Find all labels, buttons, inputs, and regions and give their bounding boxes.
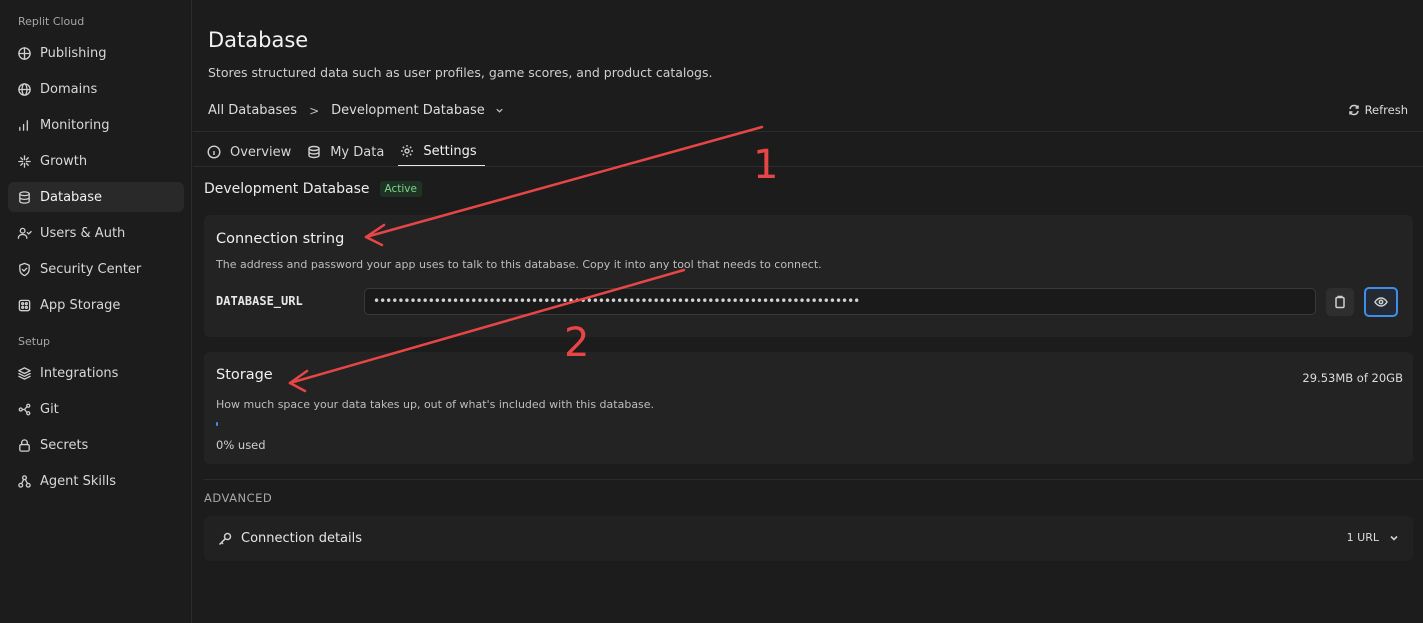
shield-icon bbox=[16, 261, 32, 277]
sidebar-item-git[interactable]: Git bbox=[8, 394, 184, 424]
url-count-label: 1 URL bbox=[1346, 531, 1379, 544]
storage-used-label: 0% used bbox=[216, 438, 266, 452]
sidebar-item-integrations[interactable]: Integrations bbox=[8, 358, 184, 388]
page-title: Database bbox=[208, 28, 309, 52]
refresh-label: Refresh bbox=[1364, 103, 1408, 117]
page-subtitle: Stores structured data such as user prof… bbox=[208, 65, 713, 80]
storage-icon bbox=[16, 297, 32, 313]
database-url-field[interactable]: ••••••••••••••••••••••••••••••••••••••••… bbox=[364, 288, 1316, 315]
connection-string-description: The address and password your app uses t… bbox=[216, 258, 822, 271]
tab-label: Overview bbox=[230, 144, 292, 160]
sidebar-item-publishing[interactable]: Publishing bbox=[8, 38, 184, 68]
sidebar-item-label: Git bbox=[40, 401, 59, 417]
info-icon bbox=[207, 145, 221, 159]
connection-string-title: Connection string bbox=[216, 231, 345, 247]
advanced-section-label: ADVANCED bbox=[204, 491, 273, 505]
env-key-label: DATABASE_URL bbox=[216, 294, 303, 308]
divider bbox=[204, 479, 1423, 480]
sidebar-item-growth[interactable]: Growth bbox=[8, 146, 184, 176]
storage-description: How much space your data takes up, out o… bbox=[216, 398, 655, 411]
tab-settings[interactable]: Settings bbox=[398, 137, 485, 167]
chevron-right-icon: > bbox=[309, 103, 320, 118]
connection-string-card: Connection string The address and passwo… bbox=[204, 215, 1413, 337]
sidebar-item-agent-skills[interactable]: Agent Skills bbox=[8, 466, 184, 496]
sidebar-item-security-center[interactable]: Security Center bbox=[8, 254, 184, 284]
tab-my-data[interactable]: My Data bbox=[305, 137, 392, 167]
main-panel: Database Stores structured data such as … bbox=[193, 0, 1423, 623]
layers-icon bbox=[16, 365, 32, 381]
refresh-button[interactable]: Refresh bbox=[1348, 103, 1408, 117]
tab-label: My Data bbox=[330, 144, 385, 160]
growth-icon bbox=[16, 153, 32, 169]
tab-bar: Overview My Data Settings bbox=[205, 137, 491, 167]
database-icon bbox=[308, 145, 320, 159]
storage-title: Storage bbox=[216, 367, 273, 383]
sidebar-item-label: Integrations bbox=[40, 365, 119, 381]
sidebar-item-label: Database bbox=[40, 189, 103, 205]
storage-card: Storage 29.53MB of 20GB How much space y… bbox=[204, 352, 1413, 464]
skills-icon bbox=[16, 473, 32, 489]
sidebar-item-label: Secrets bbox=[40, 437, 89, 453]
connection-details-row[interactable]: Connection details 1 URL bbox=[204, 516, 1413, 561]
tab-overview[interactable]: Overview bbox=[205, 137, 299, 167]
sidebar-item-label: Publishing bbox=[40, 45, 107, 61]
storage-progress-bar bbox=[216, 422, 1401, 426]
reveal-button[interactable] bbox=[1364, 287, 1398, 317]
key-icon bbox=[218, 532, 232, 545]
git-icon bbox=[16, 401, 32, 417]
sidebar-item-label: Agent Skills bbox=[40, 473, 117, 489]
url-count: 1 URL bbox=[1347, 531, 1399, 544]
publishing-icon bbox=[16, 45, 32, 61]
sidebar-item-domains[interactable]: Domains bbox=[8, 74, 184, 104]
sidebar-item-monitoring[interactable]: Monitoring bbox=[8, 110, 184, 140]
status-badge: Active bbox=[379, 181, 422, 197]
database-header: Development Database Active bbox=[204, 181, 422, 197]
sidebar: Replit Cloud Publishing Domains Monitori… bbox=[0, 0, 192, 623]
sidebar-item-database[interactable]: Database bbox=[8, 182, 184, 212]
sidebar-item-secrets[interactable]: Secrets bbox=[8, 430, 184, 460]
sidebar-item-label: App Storage bbox=[40, 297, 121, 313]
sidebar-item-users-auth[interactable]: Users & Auth bbox=[8, 218, 184, 248]
lock-icon bbox=[16, 437, 32, 453]
breadcrumb-current-database[interactable]: Development Database bbox=[331, 103, 485, 118]
breadcrumb-all-databases[interactable]: All Databases bbox=[208, 103, 297, 118]
sidebar-item-label: Domains bbox=[40, 81, 98, 97]
section-label-replit-cloud: Replit Cloud bbox=[18, 15, 85, 28]
sidebar-item-app-storage[interactable]: App Storage bbox=[8, 290, 184, 320]
divider bbox=[193, 131, 1423, 132]
gear-icon bbox=[401, 145, 414, 157]
sidebar-item-label: Growth bbox=[40, 153, 88, 169]
divider bbox=[193, 166, 1423, 167]
database-name: Development Database bbox=[204, 181, 370, 197]
storage-progress-fill bbox=[216, 422, 218, 426]
annotation-number-1: 1 bbox=[753, 142, 779, 188]
chevron-down-icon[interactable] bbox=[495, 106, 504, 115]
users-icon bbox=[16, 225, 32, 241]
database-icon bbox=[16, 189, 32, 205]
chevron-down-icon[interactable] bbox=[1389, 533, 1399, 543]
annotation-number-2: 2 bbox=[564, 320, 590, 366]
breadcrumb: All Databases > Development Database bbox=[208, 103, 504, 118]
sidebar-item-label: Monitoring bbox=[40, 117, 110, 133]
section-label-setup: Setup bbox=[18, 335, 51, 348]
storage-usage: 29.53MB of 20GB bbox=[1302, 371, 1403, 385]
sidebar-item-label: Users & Auth bbox=[40, 225, 126, 241]
refresh-icon bbox=[1348, 104, 1359, 116]
eye-icon bbox=[1374, 297, 1388, 307]
copy-button[interactable] bbox=[1326, 288, 1354, 316]
globe-icon bbox=[16, 81, 32, 97]
sidebar-item-label: Security Center bbox=[40, 261, 142, 277]
tab-label: Settings bbox=[423, 143, 477, 159]
clipboard-icon bbox=[1335, 295, 1345, 309]
connection-details-label: Connection details bbox=[241, 531, 362, 546]
bar-chart-icon bbox=[16, 117, 32, 133]
